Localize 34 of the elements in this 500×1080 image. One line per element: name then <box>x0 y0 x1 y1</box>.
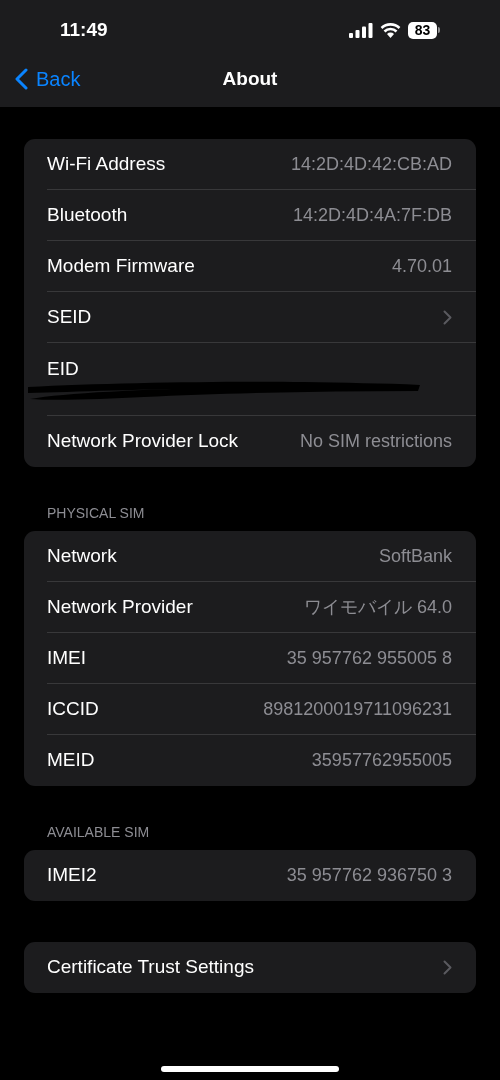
wifi-icon <box>380 22 401 38</box>
row-label: ICCID <box>47 697 99 722</box>
row-label: IMEI2 <box>47 863 97 888</box>
back-button[interactable]: Back <box>0 64 81 94</box>
chevron-left-icon <box>15 68 28 90</box>
row-label: IMEI <box>47 646 87 671</box>
row-value: 35 957762 936750 3 <box>286 864 452 887</box>
settings-row[interactable]: SEID <box>24 292 476 343</box>
chevron-right-icon <box>443 310 452 325</box>
settings-row[interactable]: Certificate Trust Settings <box>24 942 476 993</box>
row-value: 14:2D:4D:4A:7F:DB <box>292 204 452 227</box>
row-value: 4.70.01 <box>391 255 452 278</box>
row-label: Modem Firmware <box>47 254 195 279</box>
row-label: Bluetooth <box>47 203 128 228</box>
row-label: Network Provider Lock <box>47 429 239 454</box>
row-value: 35 957762 955005 8 <box>286 647 452 670</box>
row-value: 35957762955005 <box>311 749 452 772</box>
battery-icon: 83 <box>408 21 440 39</box>
status-time: 11:49 <box>60 17 108 42</box>
signal-icon <box>349 22 373 38</box>
row-value: 8981200019711096231 <box>263 698 452 721</box>
page-title: About <box>222 66 278 91</box>
row-value: No SIM restrictions <box>299 430 452 453</box>
section-header: AVAILABLE SIM <box>46 824 151 841</box>
row-value: SoftBank <box>378 545 452 568</box>
row-label: Network <box>47 544 117 569</box>
section-header: PHYSICAL SIM <box>46 505 146 522</box>
row-label: Network Provider <box>47 595 193 620</box>
row-value: ワイモバイル 64.0 <box>303 596 452 619</box>
chevron-right-icon <box>443 960 452 975</box>
row-label: MEID <box>47 748 95 773</box>
row-label: EID <box>47 358 79 379</box>
row-value: 14:2D:4D:42:CB:AD <box>290 153 452 176</box>
row-label: Wi-Fi Address <box>47 152 166 177</box>
